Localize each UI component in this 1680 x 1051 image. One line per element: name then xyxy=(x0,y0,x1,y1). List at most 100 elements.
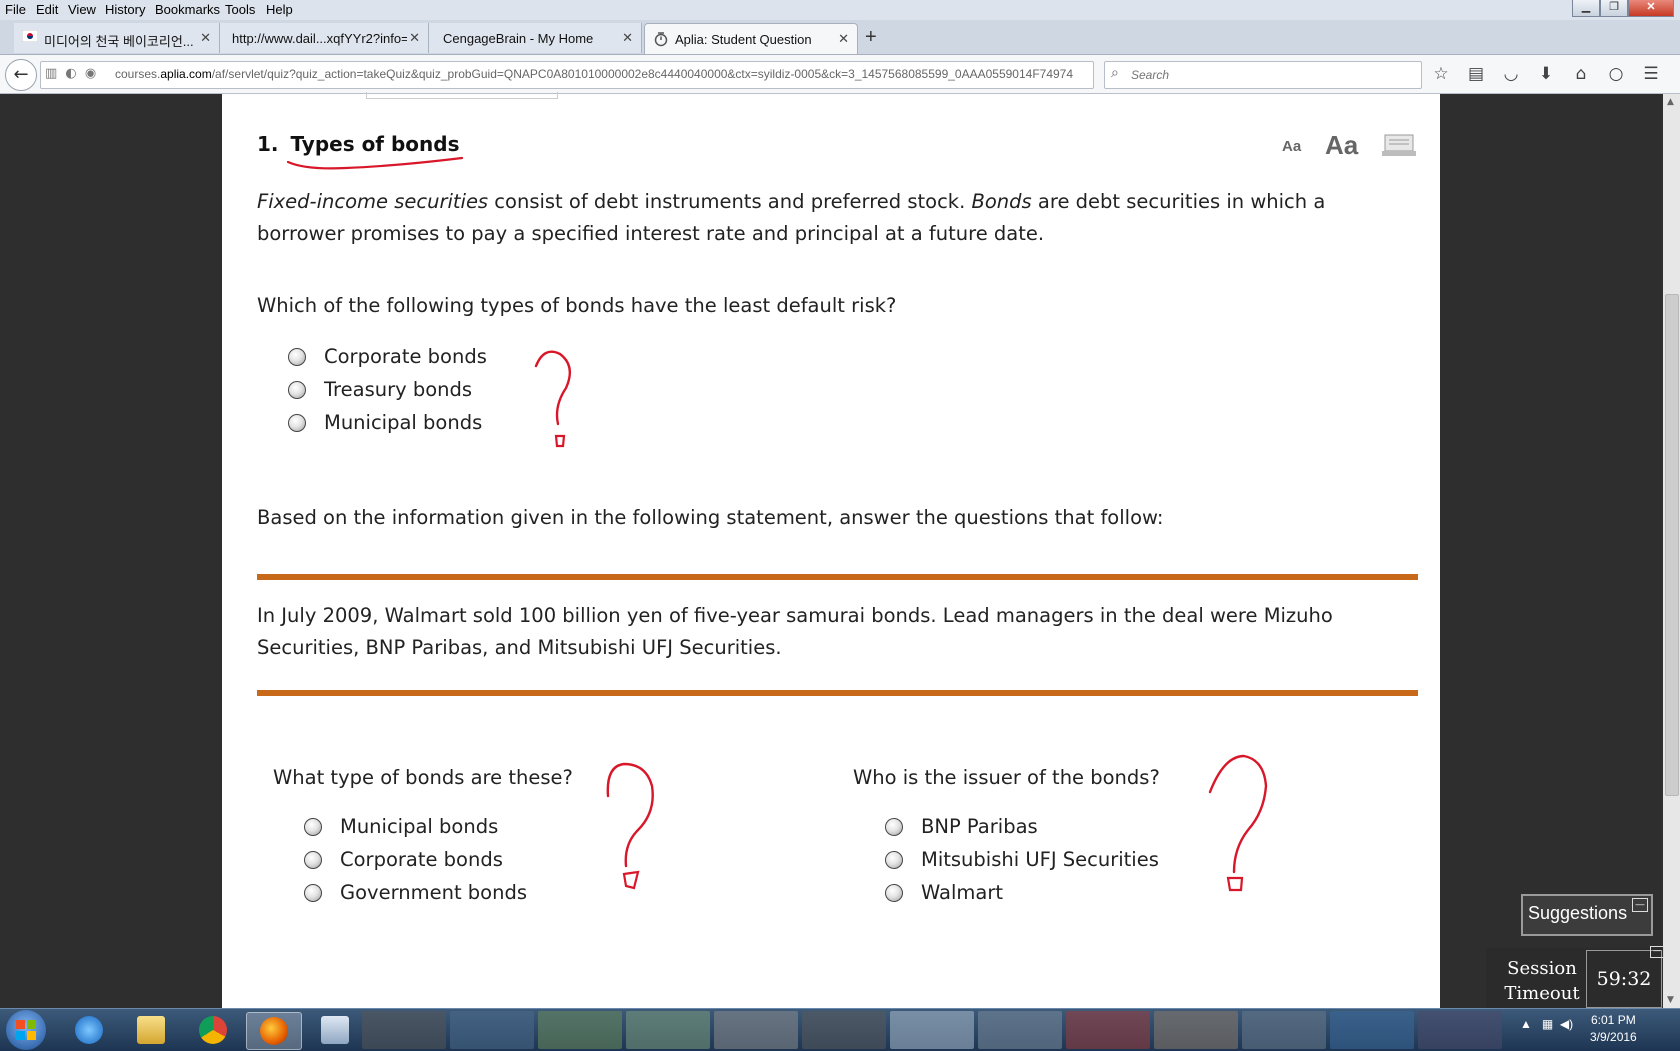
session-timeout-widget: Session Timeout 59:32 — xyxy=(1486,946,1664,1010)
radio-button[interactable] xyxy=(304,850,322,869)
search-bar[interactable]: ⌕ xyxy=(1104,61,1422,89)
radio-button[interactable] xyxy=(304,883,322,902)
radio-button[interactable] xyxy=(288,347,306,366)
volume-icon[interactable]: ◀) xyxy=(1560,1017,1573,1031)
menu-bookmarks[interactable]: Bookmarks xyxy=(155,2,220,17)
start-button[interactable] xyxy=(6,1010,46,1050)
taskbar-chrome[interactable] xyxy=(186,1012,240,1048)
scroll-thumb[interactable] xyxy=(1665,294,1679,796)
chrome-icon xyxy=(199,1016,227,1044)
session-timeout-label: Session Timeout xyxy=(1504,958,1580,1004)
download-icon[interactable]: ⬇ xyxy=(1535,63,1557,85)
tab-label: 미디어의 천국 베이코리언... xyxy=(44,34,194,49)
back-button[interactable]: ← xyxy=(5,59,37,91)
hamburger-menu-icon[interactable]: ☰ xyxy=(1640,63,1662,85)
bookmark-star-icon[interactable]: ☆ xyxy=(1430,63,1452,85)
network-icon[interactable]: ▦ xyxy=(1542,1017,1553,1031)
tab-bar: 미디어의 천국 베이코리언... ✕ http://www.dail...xqf… xyxy=(0,20,1680,55)
taskbar-ie[interactable] xyxy=(62,1012,116,1048)
windows-taskbar: ▲ ▦ ◀) 6:01 PM 3/9/2016 xyxy=(0,1008,1680,1051)
radio-button[interactable] xyxy=(304,817,322,836)
tab-close-icon[interactable]: ✕ xyxy=(622,30,633,46)
taskbar-explorer[interactable] xyxy=(124,1012,178,1048)
option-government-bonds[interactable]: Government bonds xyxy=(304,876,527,909)
menu-tools[interactable]: Tools xyxy=(225,2,255,17)
address-bar[interactable]: ▥ ◐ ◉ courses.aplia.com/af/servlet/quiz?… xyxy=(40,61,1122,89)
internet-explorer-icon xyxy=(75,1016,103,1044)
search-input[interactable] xyxy=(1129,65,1413,85)
question-mark-annotation xyxy=(606,762,654,890)
minimize-icon[interactable]: — xyxy=(1632,898,1648,912)
question-mark-annotation xyxy=(534,350,572,448)
clock-date: 3/9/2016 xyxy=(1590,1030,1637,1044)
close-window-button[interactable]: ✕ xyxy=(1628,0,1674,17)
question-title-text: Types of bonds xyxy=(290,132,460,156)
toolbar-icons: ☆ ▤ ◡ ⬇ ⌂ ○ ☰ xyxy=(1430,63,1662,85)
option-corporate-bonds[interactable]: Corporate bonds xyxy=(304,843,527,876)
firefox-icon xyxy=(260,1017,288,1045)
radio-button[interactable] xyxy=(288,380,306,399)
tray-expand-icon[interactable]: ▲ xyxy=(1520,1017,1532,1031)
divider-bottom xyxy=(257,690,1418,696)
suggestions-widget[interactable]: Suggestions — xyxy=(1521,894,1653,936)
sub-question-type: What type of bonds are these? xyxy=(273,766,573,789)
option-corporate-bonds[interactable]: Corporate bonds xyxy=(288,340,487,373)
menu-view[interactable]: View xyxy=(68,2,96,17)
tab-cengagebrain[interactable]: CengageBrain - My Home ✕ xyxy=(429,23,642,53)
option-bnp-paribas[interactable]: BNP Paribas xyxy=(885,810,1159,843)
radio-button[interactable] xyxy=(885,883,903,902)
tab-close-icon[interactable]: ✕ xyxy=(200,30,211,46)
font-size-small-button[interactable]: Aa xyxy=(1282,138,1301,155)
radio-button[interactable] xyxy=(885,850,903,869)
option-municipal-bonds[interactable]: Municipal bonds xyxy=(288,406,487,439)
tab-close-icon[interactable]: ✕ xyxy=(838,31,849,47)
option-walmart[interactable]: Walmart xyxy=(885,876,1159,909)
radio-button[interactable] xyxy=(885,817,903,836)
question-number: 1. xyxy=(257,132,279,156)
page-scrollbar[interactable]: ▲ ▼ xyxy=(1663,94,1680,1008)
scroll-down-arrow-icon[interactable]: ▼ xyxy=(1667,995,1674,1005)
bond-type-options: Municipal bonds Corporate bonds Governme… xyxy=(304,810,527,909)
korea-flag-icon xyxy=(21,29,39,46)
minimize-button[interactable]: ▁ xyxy=(1572,0,1600,17)
radio-button[interactable] xyxy=(288,413,306,432)
tab-dailymotion[interactable]: http://www.dail...xqfYYr2?info=0 ✕ xyxy=(220,23,429,53)
session-timer: 59:32 xyxy=(1586,950,1662,1008)
taskbar-clock[interactable]: 6:01 PM 3/9/2016 xyxy=(1590,1012,1637,1046)
chat-icon[interactable]: ○ xyxy=(1605,63,1627,85)
minimize-icon[interactable]: — xyxy=(1650,946,1664,958)
question-page: 1. Types of bonds Aa Aa Fixed-income secu… xyxy=(222,92,1440,1008)
font-size-large-button[interactable]: Aa xyxy=(1325,130,1358,161)
windows-logo-icon xyxy=(16,1020,36,1040)
menu-edit[interactable]: Edit xyxy=(36,2,58,17)
identity-icons[interactable]: ▥ ◐ ◉ xyxy=(45,66,98,81)
restore-button[interactable]: ❐ xyxy=(1600,0,1628,17)
statement-instructions: Based on the information given in the fo… xyxy=(257,506,1164,529)
system-tray: ▲ ▦ ◀) xyxy=(1520,1017,1573,1031)
url-text[interactable]: courses.aplia.com/af/servlet/quiz?quiz_a… xyxy=(115,67,1075,81)
scroll-up-arrow-icon[interactable]: ▲ xyxy=(1667,97,1674,107)
menu-history[interactable]: History xyxy=(105,2,145,17)
taskbar-firefox[interactable] xyxy=(246,1012,302,1050)
menu-file[interactable]: File xyxy=(5,2,26,17)
tab-korean-site[interactable]: 미디어의 천국 베이코리언... ✕ xyxy=(14,23,220,53)
tab-close-icon[interactable]: ✕ xyxy=(409,30,420,46)
search-icon: ⌕ xyxy=(1111,65,1119,81)
menu-bar: File Edit View History Bookmarks Tools H… xyxy=(0,0,1680,20)
home-icon[interactable]: ⌂ xyxy=(1570,63,1592,85)
tab-aplia-active[interactable]: Aplia: Student Question ✕ xyxy=(644,23,858,54)
menu-help[interactable]: Help xyxy=(266,2,293,17)
option-mitsubishi-ufj[interactable]: Mitsubishi UFJ Securities xyxy=(885,843,1159,876)
taskbar-window-thumbnails[interactable] xyxy=(362,1011,1502,1049)
print-icon[interactable] xyxy=(1382,132,1416,158)
taskbar-calculator[interactable] xyxy=(308,1012,362,1048)
option-treasury-bonds[interactable]: Treasury bonds xyxy=(288,373,487,406)
new-tab-button[interactable]: + xyxy=(865,26,877,49)
sub-question-issuer: Who is the issuer of the bonds? xyxy=(853,766,1160,789)
tab-label: http://www.dail...xqfYYr2?info=0 xyxy=(232,31,407,46)
reading-list-icon[interactable]: ▤ xyxy=(1465,63,1487,85)
tab-label: CengageBrain - My Home xyxy=(443,31,594,46)
pocket-icon[interactable]: ◡ xyxy=(1500,63,1522,85)
option-municipal-bonds[interactable]: Municipal bonds xyxy=(304,810,527,843)
question-stem: Which of the following types of bonds ha… xyxy=(257,294,897,317)
